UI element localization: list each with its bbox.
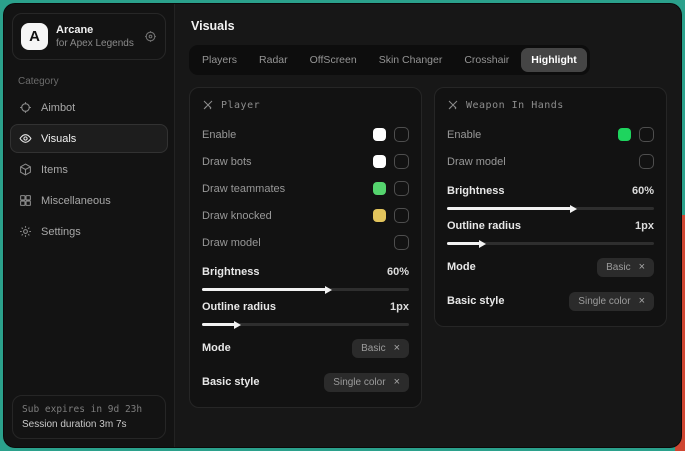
session-duration-text: Session duration 3m 7s [22,419,156,430]
close-icon[interactable]: × [639,262,645,273]
app-logo: A [21,23,48,50]
color-swatch[interactable] [373,209,386,222]
slider-row-outline-radius: Outline radius 1px [447,216,654,245]
tab-crosshair[interactable]: Crosshair [454,48,519,72]
sub-expires-text: Sub expires in 9d 23h [22,404,156,415]
panel-title: Weapon In Hands [466,100,564,111]
slider-row-outline-radius: Outline radius 1px [202,297,409,326]
panel-title: Player [221,100,260,111]
toggle-row-draw-model: Draw model [202,229,409,256]
app-subtitle: for Apex Legends [56,38,136,49]
toggle-row-draw-teammates: Draw teammates [202,175,409,202]
grid-icon [19,194,32,207]
checkbox-enable[interactable] [394,127,409,142]
slider-value: 60% [632,185,654,197]
outline-radius-slider[interactable] [202,323,409,326]
sidebar-item-items[interactable]: Items [10,155,168,184]
basic-style-chip[interactable]: Single color × [324,373,409,392]
close-icon[interactable]: × [394,343,400,354]
page-title: Visuals [191,19,667,33]
main-content: Visuals Players Radar OffScreen Skin Cha… [175,4,681,447]
visuals-tabbar: Players Radar OffScreen Skin Changer Cro… [189,45,590,75]
slider-row-brightness: Brightness 60% [202,262,409,291]
color-swatch[interactable] [373,182,386,195]
close-icon[interactable]: × [394,377,400,388]
settings-gear-icon [19,225,32,238]
tab-highlight[interactable]: Highlight [521,48,587,72]
sidebar-item-label: Settings [41,226,81,238]
brightness-slider[interactable] [202,288,409,291]
toggle-row-draw-bots: Draw bots [202,148,409,175]
select-row-mode: Mode Basic × [202,336,409,360]
sidebar-item-aimbot[interactable]: Aimbot [10,93,168,122]
slider-thumb[interactable] [234,321,241,329]
color-swatch[interactable] [618,128,631,141]
tab-offscreen[interactable]: OffScreen [300,48,367,72]
slider-thumb[interactable] [570,205,577,213]
app-window: A Arcane for Apex Legends Category [4,4,681,447]
eye-icon [19,132,32,145]
brightness-slider[interactable] [447,207,654,210]
tab-skin-changer[interactable]: Skin Changer [369,48,453,72]
select-row-basic-style: Basic style Single color × [202,370,409,394]
sidebar-item-visuals[interactable]: Visuals [10,124,168,153]
player-panel: Player Enable Draw bots Draw teammates [189,87,422,408]
mode-chip[interactable]: Basic × [352,339,409,358]
checkbox-draw-model[interactable] [639,154,654,169]
toggle-row-enable: Enable [202,121,409,148]
slider-row-brightness: Brightness 60% [447,181,654,210]
category-label: Category [4,64,174,93]
app-header-card: A Arcane for Apex Legends [12,13,166,60]
toggle-row-enable: Enable [447,121,654,148]
toggle-row-draw-knocked: Draw knocked [202,202,409,229]
sidebar-item-miscellaneous[interactable]: Miscellaneous [10,186,168,215]
slider-value: 1px [390,301,409,313]
gear-icon[interactable] [144,30,157,43]
sidebar-item-label: Items [41,164,68,176]
sidebar-nav: Aimbot Visuals Items [4,93,174,246]
slider-value: 60% [387,266,409,278]
checkbox-draw-model[interactable] [394,235,409,250]
checkbox-draw-teammates[interactable] [394,181,409,196]
slider-thumb[interactable] [325,286,332,294]
toggle-row-draw-model: Draw model [447,148,654,175]
subscription-card: Sub expires in 9d 23h Session duration 3… [12,395,166,439]
cube-icon [19,163,32,176]
sidebar-item-label: Miscellaneous [41,195,111,207]
select-row-basic-style: Basic style Single color × [447,289,654,313]
outline-radius-slider[interactable] [447,242,654,245]
crosshair-icon [19,101,32,114]
checkbox-draw-bots[interactable] [394,154,409,169]
sidebar: A Arcane for Apex Legends Category [4,4,175,447]
select-row-mode: Mode Basic × [447,255,654,279]
slider-value: 1px [635,220,654,232]
tab-players[interactable]: Players [192,48,247,72]
color-swatch[interactable] [373,128,386,141]
weapon-in-hands-panel: Weapon In Hands Enable Draw model Bright… [434,87,667,327]
checkbox-enable[interactable] [639,127,654,142]
sidebar-item-settings[interactable]: Settings [10,217,168,246]
color-swatch[interactable] [373,155,386,168]
sidebar-item-label: Aimbot [41,102,75,114]
swords-icon [447,99,459,111]
mode-chip[interactable]: Basic × [597,258,654,277]
sidebar-item-label: Visuals [41,133,76,145]
checkbox-draw-knocked[interactable] [394,208,409,223]
app-name: Arcane [56,24,136,36]
slider-thumb[interactable] [479,240,486,248]
swords-icon [202,99,214,111]
basic-style-chip[interactable]: Single color × [569,292,654,311]
close-icon[interactable]: × [639,296,645,307]
tab-radar[interactable]: Radar [249,48,298,72]
